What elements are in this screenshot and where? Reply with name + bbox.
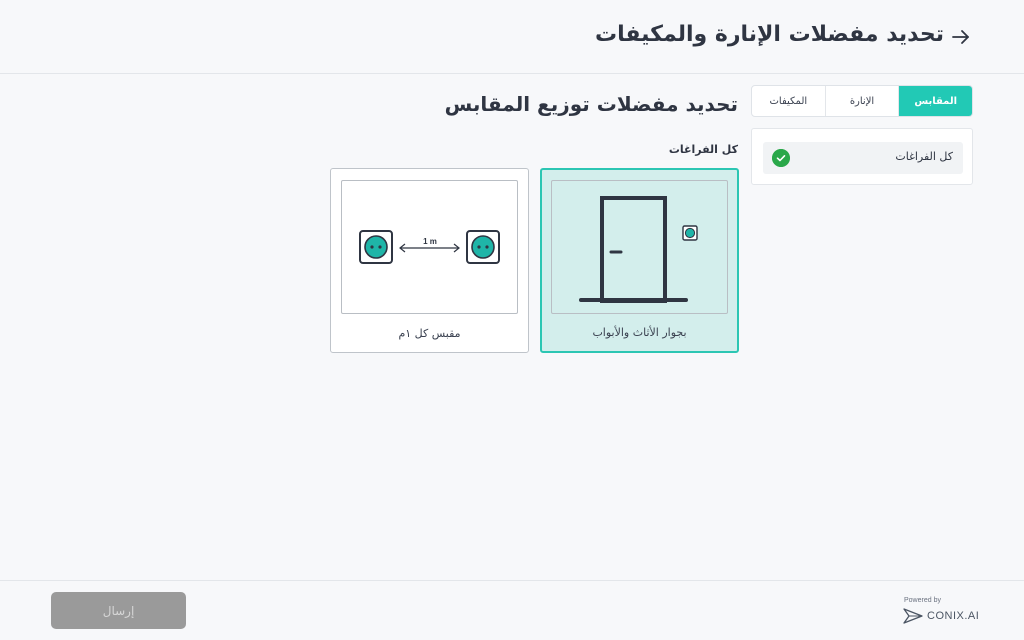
footer: إرسال Powered by CONIX.AI [0,580,1024,640]
space-item-all[interactable]: كل الفراغات [763,142,963,174]
socket-icon [682,225,698,241]
tab-label: المكيفات [769,95,808,107]
page-header: تحديد مفضلات الإنارة والمكيفات [0,0,1024,74]
category-tabs: المكيفات الإنارة المقابس [751,85,973,117]
socket-spacing-illustration: 1 m [341,180,518,314]
door-icon [579,196,688,303]
submit-button[interactable]: إرسال [51,592,186,629]
section-title: تحديد مفضلات توزيع المقابس [444,92,738,116]
socket-spacing-icon: 1 m [359,230,500,264]
option-socket-every-meter[interactable]: 1 m مقبس كل ١م [330,168,529,353]
group-label: كل الفراغات [668,143,738,156]
option-next-to-furniture-doors[interactable]: بجوار الأثاث والأبواب [540,168,739,353]
tab-lighting[interactable]: الإنارة [826,86,900,116]
tab-label: المقابس [914,95,958,107]
socket-icon [466,230,500,264]
distance-label: 1 m [423,237,437,246]
option-label: مقبس كل ١م [398,327,461,340]
socket-icon [359,230,393,264]
option-label: بجوار الأثاث والأبواب [592,326,687,339]
check-icon [772,149,790,167]
page-title: تحديد مفضلات الإنارة والمكيفات [594,22,944,47]
powered-by-label: Powered by [904,597,941,604]
conix-logo-icon [903,608,923,624]
tab-sockets[interactable]: المقابس [899,86,972,116]
brand-name: CONIX.AI [927,610,980,622]
arrow-right-icon[interactable] [950,26,972,48]
space-item-label: كل الفراغات [895,150,953,163]
spaces-list: كل الفراغات [751,128,973,185]
tab-air-conditioners[interactable]: المكيفات [752,86,826,116]
door-socket-illustration [551,180,728,314]
tab-label: الإنارة [849,95,875,107]
door-socket-icon [579,196,698,303]
